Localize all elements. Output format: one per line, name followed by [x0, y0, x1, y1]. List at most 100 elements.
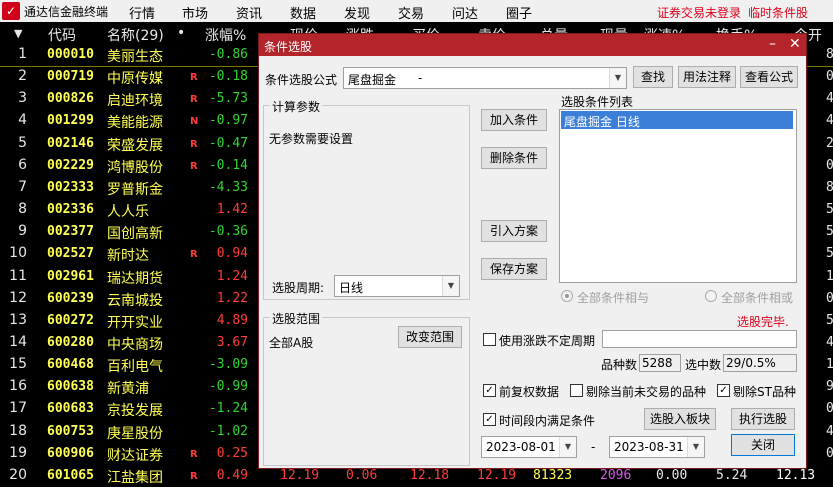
chevron-down-icon[interactable]: ▼: [442, 276, 459, 296]
truncated-cell: 4: [826, 91, 833, 107]
formula-select[interactable]: 尾盘掘金 - ▼: [343, 67, 627, 89]
use-period-checkbox[interactable]: [483, 333, 496, 346]
condition-list[interactable]: 尾盘掘金 日线: [559, 109, 797, 283]
stock-name: 京投发展: [107, 403, 163, 420]
dialog-titlebar[interactable]: 条件选股 – ✕: [259, 34, 806, 56]
menu-item-circle[interactable]: 圈子: [506, 3, 532, 22]
remove-untraded-checkbox[interactable]: [570, 384, 583, 397]
date-from-picker[interactable]: 2023-08-01 ▼: [481, 436, 577, 458]
stock-code: 000719: [47, 69, 94, 85]
import-scheme-button[interactable]: 引入方案: [481, 220, 547, 242]
pct-change: 1.22: [216, 290, 248, 306]
remove-untraded-label: 剔除当前未交易的品种: [586, 385, 707, 399]
chevron-down-icon[interactable]: ▼: [687, 437, 704, 457]
pct-change: -0.47: [208, 135, 248, 151]
find-button[interactable]: 查找: [633, 66, 673, 88]
app-title: 通达信金融终端: [24, 5, 109, 19]
row-index: 8: [18, 201, 27, 218]
menu-item-data[interactable]: 数据: [290, 3, 316, 22]
minimize-icon[interactable]: –: [769, 36, 776, 52]
menu-item-trade[interactable]: 交易: [398, 3, 424, 22]
use-period-input[interactable]: [602, 330, 797, 348]
change-range-button[interactable]: 改变范围: [398, 326, 462, 348]
trade-status-link[interactable]: 证券交易未登录: [657, 4, 741, 21]
list-item-label: 尾盘掘金 日线: [564, 115, 640, 129]
menu-item-news[interactable]: 资讯: [236, 3, 262, 22]
formula-label: 条件选股公式: [265, 73, 338, 87]
truncated-cell: 5: [826, 202, 833, 218]
pct-change: -1.02: [208, 423, 248, 439]
period-select[interactable]: 日线 ▼: [334, 275, 460, 297]
row-index: 11: [9, 267, 27, 284]
col-header-code[interactable]: 代码: [48, 25, 76, 45]
menu-item-quotes[interactable]: 行情: [129, 3, 155, 22]
restore-checkbox[interactable]: ✓: [483, 384, 496, 397]
condition-list-label: 选股条件列表: [561, 95, 634, 109]
count-value: 5288: [642, 356, 673, 370]
stock-code: 600906: [47, 445, 94, 461]
stock-code: 000010: [47, 47, 94, 62]
truncated-cell: 5: [826, 246, 833, 262]
app-logo-icon: ✓: [2, 2, 20, 20]
stock-code: 600239: [47, 290, 94, 306]
speed-pct: 0.00: [656, 467, 688, 483]
execute-select-button[interactable]: 执行选股: [731, 408, 795, 430]
date-from-value: 2023-08-01: [486, 440, 556, 454]
menu-item-ask[interactable]: 问达: [452, 3, 478, 22]
add-condition-button[interactable]: 加入条件: [481, 109, 547, 131]
col-header-name[interactable]: 名称(29): [107, 25, 164, 45]
usage-notes-button[interactable]: 用法注释: [678, 66, 736, 88]
row-index: 16: [9, 378, 27, 395]
menu-bar: ✓ 通达信金融终端 行情 市场 资讯 数据 发现 交易 问达 圈子 证券交易未登…: [0, 0, 833, 23]
stock-code: 002229: [47, 157, 94, 173]
menu-item-market[interactable]: 市场: [182, 3, 208, 22]
stock-name: 中原传媒: [107, 71, 163, 88]
stock-name: 罗普斯金: [107, 181, 163, 198]
chevron-down-icon[interactable]: ▼: [609, 68, 626, 88]
stock-code: 600638: [47, 379, 94, 395]
bid-price: 12.18: [410, 467, 450, 483]
pct-change: -0.14: [208, 157, 248, 173]
close-button[interactable]: 关闭: [731, 434, 795, 456]
view-formula-button[interactable]: 查看公式: [740, 66, 798, 88]
time-range-checkbox[interactable]: ✓: [483, 413, 496, 426]
stock-name: 庚星股份: [107, 425, 163, 442]
truncated-cell: 0: [826, 290, 833, 306]
col-header-dot: •: [177, 25, 186, 41]
temp-filter-link[interactable]: 临时条件股: [748, 4, 808, 21]
col-header-pct[interactable]: 涨幅%: [205, 25, 246, 45]
row-index: 7: [18, 178, 27, 195]
save-scheme-button[interactable]: 保存方案: [481, 258, 547, 280]
stock-name: 财达证券: [107, 447, 163, 464]
menu-item-discover[interactable]: 发现: [344, 3, 370, 22]
current-price: 12.19: [280, 467, 320, 483]
price-change: 0.06: [346, 467, 378, 483]
delete-condition-button[interactable]: 删除条件: [481, 147, 547, 169]
pct-change: -0.18: [208, 69, 248, 85]
stock-name: 美能能源: [107, 115, 163, 132]
stock-name: 美丽生态: [107, 49, 163, 65]
truncated-cell: 1: [826, 357, 833, 373]
stock-name: 江盐集团: [107, 469, 163, 486]
radio-or[interactable]: [705, 290, 717, 302]
truncated-cell: 1: [826, 268, 833, 284]
remove-st-checkbox[interactable]: ✓: [717, 384, 730, 397]
condition-select-dialog: 条件选股 – ✕ 条件选股公式 尾盘掘金 - ▼ 查找 用法注释 查看公式 计算…: [258, 33, 807, 469]
params-group: 计算参数 无参数需要设置 选股周期: 日线 ▼: [263, 98, 470, 300]
formula-value: 尾盘掘金: [348, 73, 397, 87]
stock-code: 600280: [47, 334, 94, 350]
list-item[interactable]: 尾盘掘金 日线: [561, 111, 793, 129]
stock-code: 601065: [47, 467, 94, 483]
date-to-picker[interactable]: 2023-08-31 ▼: [609, 436, 705, 458]
select-to-block-button[interactable]: 选股入板块: [644, 408, 716, 430]
period-label: 选股周期:: [272, 281, 325, 295]
range-value: 全部A股: [269, 336, 314, 350]
chevron-down-icon[interactable]: ▼: [559, 437, 576, 457]
stock-code: 600753: [47, 423, 94, 439]
stock-name: 百利电气: [107, 359, 163, 376]
sort-arrow-icon[interactable]: ▼: [14, 27, 22, 40]
range-group-title: 选股范围: [270, 310, 323, 327]
radio-and[interactable]: [561, 290, 573, 302]
formula-dash: -: [418, 71, 423, 85]
close-icon[interactable]: ✕: [789, 36, 801, 52]
